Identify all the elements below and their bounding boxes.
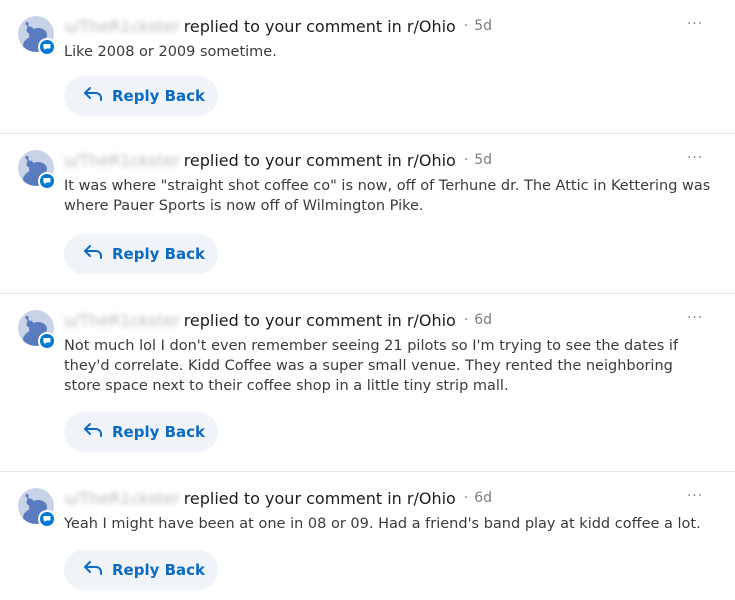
timestamp: 5d: [474, 18, 493, 34]
reply-back-label: Reply Back: [112, 423, 206, 441]
avatar[interactable]: [18, 16, 58, 56]
reply-back-button[interactable]: Reply Back: [64, 550, 218, 590]
avatar[interactable]: [18, 488, 58, 528]
comment-body: Like 2008 or 2009 sometime.: [64, 44, 277, 60]
notification-action: replied to your comment in r/Ohio: [183, 150, 456, 170]
comment-badge-icon: [38, 332, 56, 350]
separator-dot: ·: [463, 152, 469, 168]
reply-back-label: Reply Back: [112, 561, 206, 579]
reply-arrow-icon: [82, 243, 104, 265]
username[interactable]: u/TheR1ckster: [64, 17, 180, 36]
timestamp: 5d: [474, 152, 493, 168]
reply-back-button[interactable]: Reply Back: [64, 234, 218, 274]
comment-badge-icon: [38, 38, 56, 56]
timestamp: 6d: [474, 490, 493, 506]
comment-badge-icon: [38, 172, 56, 190]
notification-header: u/TheR1ckster replied to your comment in…: [64, 486, 492, 510]
username[interactable]: u/TheR1ckster: [64, 311, 180, 330]
username[interactable]: u/TheR1ckster: [64, 489, 180, 508]
notification-item[interactable]: u/TheR1ckster replied to your comment in…: [0, 134, 735, 294]
notification-feed: u/TheR1ckster replied to your comment in…: [0, 0, 735, 600]
avatar[interactable]: [18, 310, 58, 350]
notification-item[interactable]: u/TheR1ckster replied to your comment in…: [0, 472, 735, 600]
notification-item[interactable]: u/TheR1ckster replied to your comment in…: [0, 294, 735, 472]
reply-arrow-icon: [82, 421, 104, 443]
notification-header: u/TheR1ckster replied to your comment in…: [64, 148, 492, 172]
comment-body: It was where "straight shot coffee co" i…: [64, 178, 711, 214]
notification-action: replied to your comment in r/Ohio: [183, 488, 456, 508]
more-options-icon[interactable]: ···: [683, 146, 707, 170]
comment-badge-icon: [38, 510, 56, 528]
separator-dot: ·: [463, 490, 469, 506]
separator-dot: ·: [463, 312, 469, 328]
reply-back-button[interactable]: Reply Back: [64, 412, 218, 452]
username[interactable]: u/TheR1ckster: [64, 151, 180, 170]
notification-header: u/TheR1ckster replied to your comment in…: [64, 14, 492, 38]
timestamp: 6d: [474, 312, 493, 328]
notification-action: replied to your comment in r/Ohio: [183, 16, 456, 36]
comment-body: Not much lol I don't even remember seein…: [64, 338, 679, 394]
notification-item[interactable]: u/TheR1ckster replied to your comment in…: [0, 0, 735, 134]
more-options-icon[interactable]: ···: [683, 306, 707, 330]
separator-dot: ·: [463, 18, 469, 34]
more-options-icon[interactable]: ···: [683, 12, 707, 36]
reply-arrow-icon: [82, 85, 104, 107]
avatar[interactable]: [18, 150, 58, 190]
reply-back-label: Reply Back: [112, 245, 206, 263]
more-options-icon[interactable]: ···: [683, 484, 707, 508]
notification-header: u/TheR1ckster replied to your comment in…: [64, 308, 492, 332]
reply-arrow-icon: [82, 559, 104, 581]
reply-back-label: Reply Back: [112, 87, 206, 105]
comment-body: Yeah I might have been at one in 08 or 0…: [64, 516, 701, 532]
notification-action: replied to your comment in r/Ohio: [183, 310, 456, 330]
reply-back-button[interactable]: Reply Back: [64, 76, 218, 116]
